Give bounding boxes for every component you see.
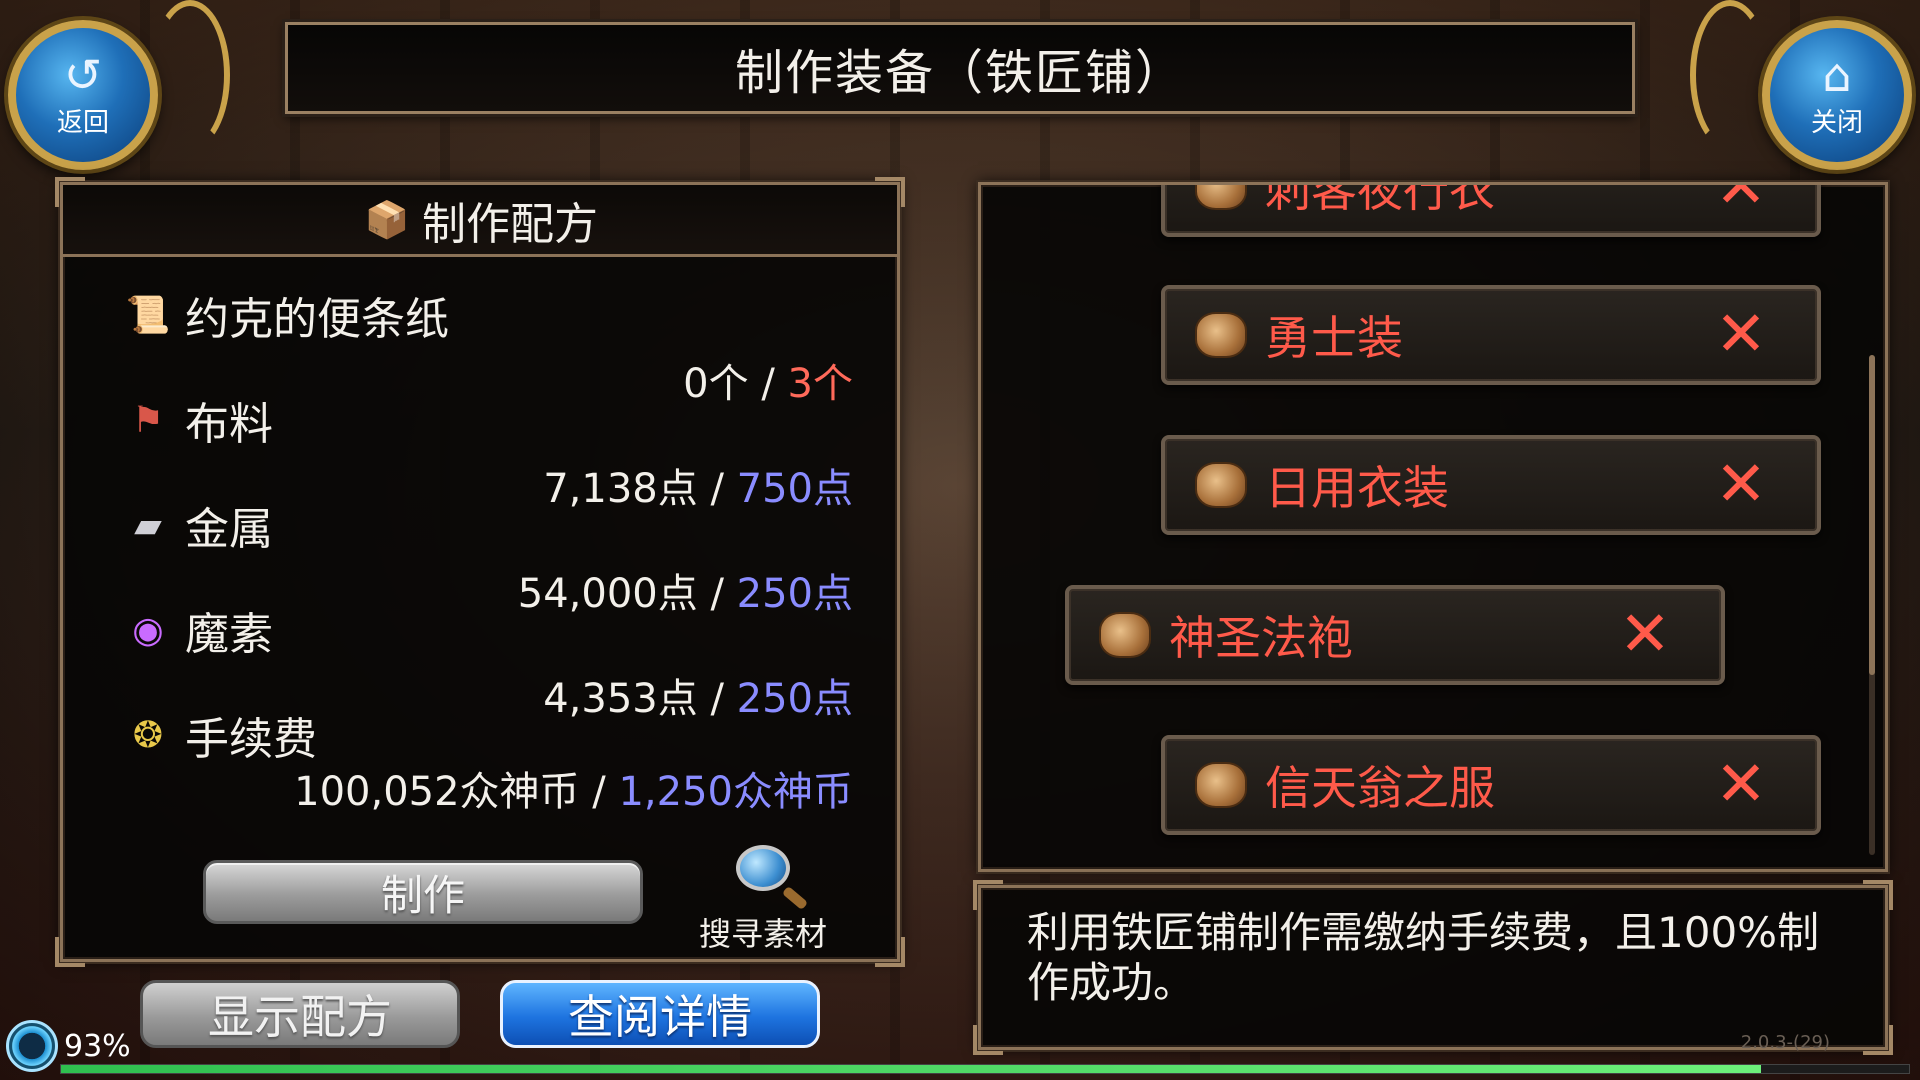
- back-label: 返回: [56, 107, 109, 138]
- status-ring-icon: [6, 1020, 58, 1072]
- home-icon: ⌂: [1822, 47, 1852, 102]
- amount-separator: /: [592, 769, 606, 815]
- show-recipe-button[interactable]: 显示配方: [140, 980, 460, 1048]
- unavailable-x-icon: ✕: [1619, 597, 1671, 670]
- unavailable-x-icon: ✕: [1715, 182, 1767, 222]
- material-amount: 100,052众神币 / 1,250众神币: [123, 759, 853, 817]
- search-material-label: 搜寻素材: [698, 915, 827, 953]
- ornament-swirl-left: [150, 0, 230, 150]
- garment-icon: [1195, 462, 1247, 508]
- scrollbar-thumb[interactable]: [1869, 355, 1875, 675]
- back-arrow-icon: ↺: [63, 47, 103, 102]
- garment-icon: [1099, 612, 1151, 658]
- list-item-selected[interactable]: 神圣法袍 ✕: [1065, 585, 1725, 685]
- scroll-icon: 📜: [125, 295, 171, 336]
- mana-orb-icon: ◉: [132, 609, 164, 651]
- frame-corner: [973, 880, 1003, 910]
- recipe-book-icon: 📦: [364, 199, 410, 241]
- experience-bar: [60, 1064, 1910, 1074]
- back-button[interactable]: ↺ 返回: [8, 20, 158, 170]
- frame-corner: [55, 937, 85, 967]
- unavailable-x-icon: ✕: [1715, 297, 1767, 370]
- search-material-button[interactable]: 搜寻素材: [683, 845, 843, 955]
- close-label: 关闭: [1810, 107, 1863, 138]
- metal-ingot-icon: ▰: [134, 504, 162, 546]
- frame-corner: [973, 1025, 1003, 1055]
- recipe-panel-header: 📦 制作配方: [63, 185, 897, 257]
- info-panel: 利用铁匠铺制作需缴纳手续费，且100%制作成功。: [973, 880, 1893, 1055]
- make-button[interactable]: 制作: [203, 860, 643, 924]
- garment-icon: [1195, 185, 1247, 210]
- material-need: 1,250众神币: [618, 769, 853, 815]
- ornament-swirl-right: [1690, 0, 1770, 150]
- material-row: ❂ 手续费 100,052众神币 / 1,250众神币: [123, 703, 853, 817]
- item-name: 神圣法袍: [1169, 611, 1353, 665]
- item-name: 信天翁之服: [1265, 761, 1495, 815]
- item-list-panel: 刺客夜行衣 ✕ 勇士装 ✕ 日用衣装 ✕ 神圣法袍 ✕ 信天翁之服 ✕: [978, 182, 1888, 872]
- frame-corner: [875, 937, 905, 967]
- garment-icon: [1195, 312, 1247, 358]
- view-detail-button[interactable]: 查阅详情: [500, 980, 820, 1048]
- item-name: 勇士装: [1265, 311, 1403, 365]
- material-name: 布料: [185, 399, 273, 450]
- frame-corner: [1863, 1025, 1893, 1055]
- version-label: 2.0.3-(29): [1740, 1032, 1830, 1053]
- title-bar: 制作装备（铁匠铺）: [285, 22, 1635, 114]
- list-item[interactable]: 信天翁之服 ✕: [1161, 735, 1821, 835]
- garment-icon: [1195, 762, 1247, 808]
- cloth-icon: ⚑: [131, 399, 165, 441]
- status-percent: 93%: [64, 1028, 131, 1064]
- list-item[interactable]: 日用衣装 ✕: [1161, 435, 1821, 535]
- coins-icon: ❂: [132, 714, 164, 756]
- magnifier-icon: [736, 845, 790, 891]
- item-name: 刺客夜行衣: [1265, 182, 1495, 217]
- unavailable-x-icon: ✕: [1715, 447, 1767, 520]
- list-item[interactable]: 刺客夜行衣 ✕: [1161, 182, 1821, 237]
- info-text: 利用铁匠铺制作需缴纳手续费，且100%制作成功。: [1027, 908, 1820, 1007]
- material-name: 约克的便条纸: [185, 294, 449, 345]
- frame-corner: [1863, 880, 1893, 910]
- item-name: 日用衣装: [1265, 461, 1449, 515]
- unavailable-x-icon: ✕: [1715, 747, 1767, 820]
- experience-bar-fill: [61, 1065, 1762, 1073]
- recipe-panel: 📦 制作配方 📜 约克的便条纸 0个 / 3个 ⚑ 布料 7,138点 / 75…: [55, 177, 905, 967]
- page-title: 制作装备（铁匠铺）: [734, 45, 1185, 101]
- material-name: 金属: [185, 504, 273, 555]
- material-name: 手续费: [185, 714, 317, 765]
- material-name: 魔素: [185, 609, 273, 660]
- material-have: 100,052众神币: [294, 769, 580, 815]
- list-item[interactable]: 勇士装 ✕: [1161, 285, 1821, 385]
- close-button[interactable]: ⌂ 关闭: [1762, 20, 1912, 170]
- recipe-panel-title: 制作配方: [422, 198, 598, 250]
